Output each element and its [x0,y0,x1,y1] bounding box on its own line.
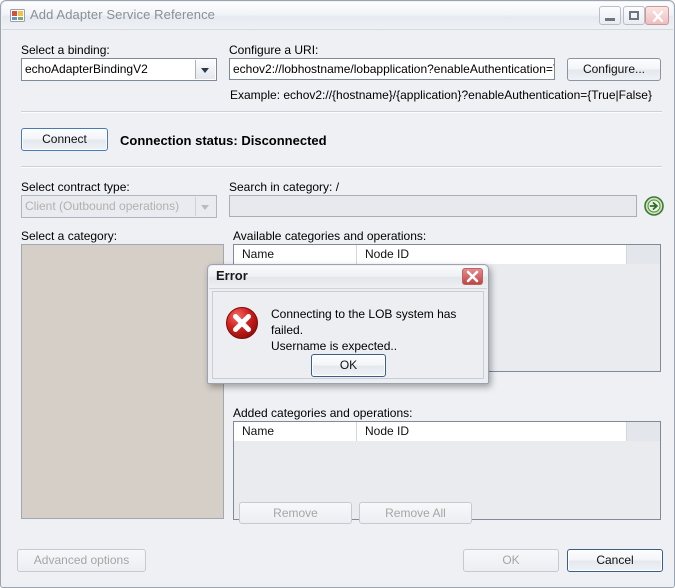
contract-type-label: Select contract type: [21,180,130,194]
error-dialog: Error Connecting to the LOB system has f… [207,264,489,384]
error-message-line-2: Username is expected.. [271,339,398,353]
column-header-name[interactable]: Name [234,245,357,264]
uri-example: Example: echov2://{hostname}/{applicatio… [230,88,652,102]
error-message-line-1: Connecting to the LOB system has failed. [271,307,457,337]
error-ok-button[interactable]: OK [311,354,386,377]
ok-button[interactable]: OK [463,549,559,572]
available-listview-header: Name Node ID [234,245,660,265]
contract-type-value: Client (Outbound operations) [25,199,180,213]
header-filler [627,245,660,264]
close-icon[interactable] [462,268,483,285]
maximize-button[interactable] [623,6,645,25]
separator-middle [21,166,662,168]
remove-all-button[interactable]: Remove All [359,502,472,524]
green-arrow-go-icon[interactable] [643,195,665,217]
error-dialog-message: Connecting to the LOB system has failed.… [271,306,475,354]
uri-label: Configure a URI: [229,43,319,57]
advanced-options-button[interactable]: Advanced options [17,549,146,572]
contract-type-combobox[interactable]: Client (Outbound operations) [21,195,217,218]
separator-top [21,111,662,113]
connect-button[interactable]: Connect [21,128,108,151]
added-listview-header: Name Node ID [234,422,660,442]
binding-combobox[interactable]: echoAdapterBindingV2 [21,58,217,81]
column-header-node-id[interactable]: Node ID [357,245,627,264]
minimize-button[interactable] [599,6,621,25]
available-label: Available categories and operations: [233,229,427,243]
search-label: Search in category: / [229,180,340,194]
cancel-button[interactable]: Cancel [567,549,663,572]
connection-status: Connection status: Disconnected [120,133,327,148]
search-input[interactable] [229,195,637,217]
close-icon[interactable] [645,6,669,25]
adapter-app-icon [10,8,26,24]
chevron-down-icon[interactable] [195,60,215,79]
remove-button[interactable]: Remove [239,502,352,524]
error-dialog-title: Error [216,268,248,283]
category-label: Select a category: [21,229,118,243]
uri-input[interactable]: echov2://lobhostname/lobapplication?enab… [229,58,555,80]
column-header-name[interactable]: Name [234,422,357,441]
category-tree[interactable] [21,244,224,519]
window-title: Add Adapter Service Reference [30,7,216,22]
error-x-icon [225,306,259,340]
column-header-node-id[interactable]: Node ID [357,422,627,441]
binding-label: Select a binding: [21,43,110,57]
error-dialog-body: Connecting to the LOB system has failed.… [212,291,484,379]
add-adapter-service-reference-window: Add Adapter Service Reference Select a b… [0,0,675,588]
header-filler [627,422,660,441]
configure-button[interactable]: Configure... [567,58,661,81]
chevron-down-icon[interactable] [195,197,215,216]
binding-value: echoAdapterBindingV2 [25,62,148,76]
window-titlebar[interactable]: Add Adapter Service Reference [2,2,673,30]
added-label: Added categories and operations: [233,406,413,420]
error-dialog-titlebar[interactable]: Error [209,266,487,289]
